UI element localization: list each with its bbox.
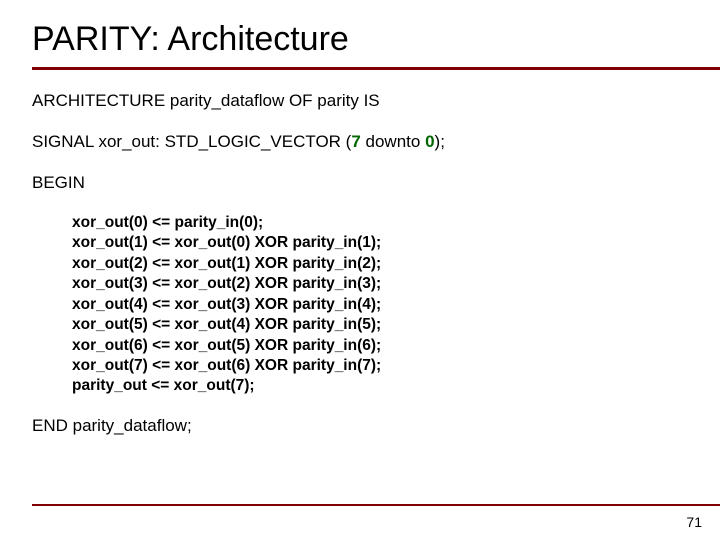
code-block: xor_out(0) <= parity_in(0); xor_out(1) <… [72, 213, 688, 397]
footer-divider [32, 504, 720, 506]
code-line: xor_out(1) <= xor_out(0) XOR parity_in(1… [72, 233, 688, 253]
code-line: xor_out(3) <= xor_out(2) XOR parity_in(3… [72, 274, 688, 294]
signal-hi: 7 [351, 132, 360, 151]
signal-lo: 0 [425, 132, 434, 151]
slide-title: PARITY: Architecture [32, 20, 688, 59]
code-line: xor_out(4) <= xor_out(3) XOR parity_in(4… [72, 295, 688, 315]
code-line: xor_out(7) <= xor_out(6) XOR parity_in(7… [72, 356, 688, 376]
title-divider [32, 67, 720, 70]
begin-keyword: BEGIN [32, 172, 688, 195]
code-line: xor_out(0) <= parity_in(0); [72, 213, 688, 233]
body: ARCHITECTURE parity_dataflow OF parity I… [32, 90, 688, 438]
code-line: xor_out(2) <= xor_out(1) XOR parity_in(2… [72, 254, 688, 274]
architecture-line: ARCHITECTURE parity_dataflow OF parity I… [32, 90, 688, 113]
signal-pre: SIGNAL xor_out: STD_LOGIC_VECTOR ( [32, 132, 351, 151]
signal-mid: downto [361, 132, 425, 151]
end-line: END parity_dataflow; [32, 415, 688, 438]
slide: PARITY: Architecture ARCHITECTURE parity… [0, 0, 720, 438]
signal-post: ); [435, 132, 445, 151]
code-line: parity_out <= xor_out(7); [72, 376, 688, 396]
code-line: xor_out(5) <= xor_out(4) XOR parity_in(5… [72, 315, 688, 335]
code-line: xor_out(6) <= xor_out(5) XOR parity_in(6… [72, 336, 688, 356]
page-number: 71 [686, 514, 702, 530]
signal-line: SIGNAL xor_out: STD_LOGIC_VECTOR (7 down… [32, 131, 688, 154]
